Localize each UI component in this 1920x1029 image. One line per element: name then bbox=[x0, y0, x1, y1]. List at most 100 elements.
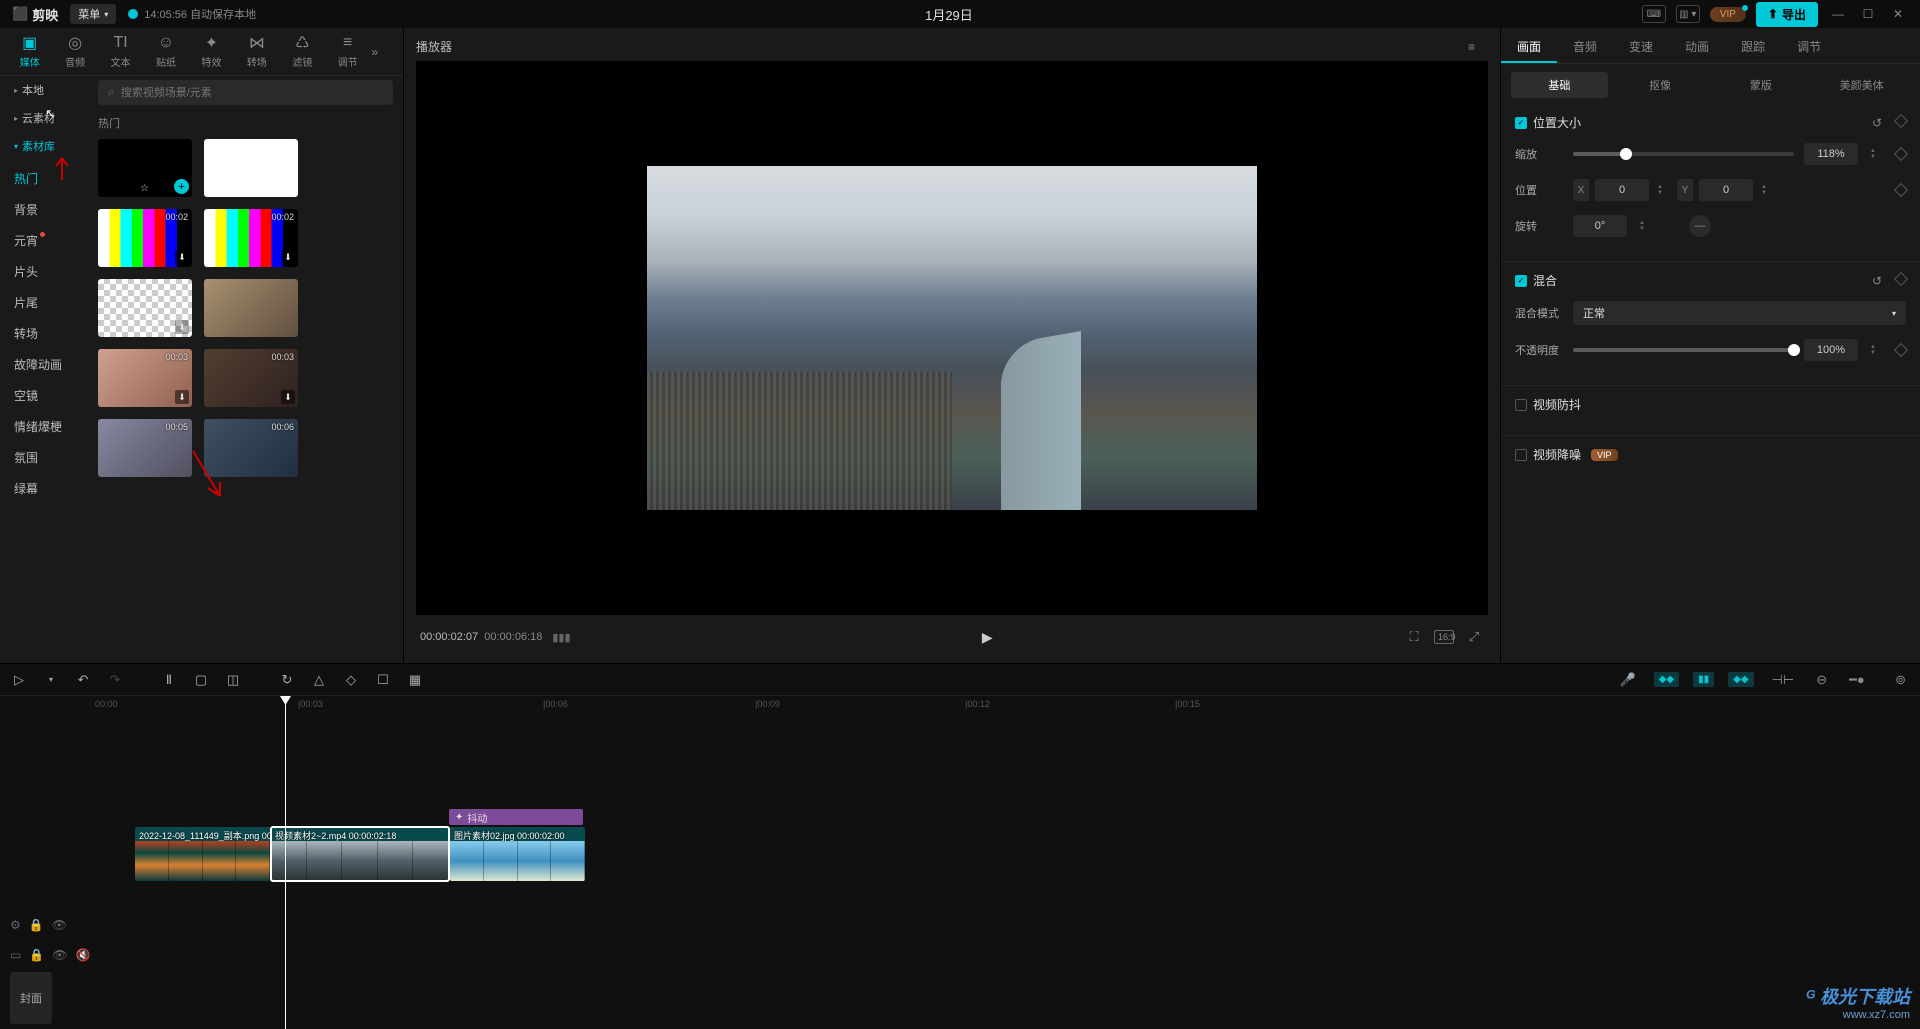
flip-button[interactable]: — bbox=[1689, 215, 1711, 237]
cat-element[interactable]: 元宵 bbox=[14, 232, 74, 249]
tab-media[interactable]: ▣媒体 bbox=[8, 32, 51, 72]
video-icon[interactable]: ▭ bbox=[10, 948, 21, 962]
tab-effect[interactable]: ✦特效 bbox=[190, 32, 233, 72]
side-local[interactable]: ▸本地 bbox=[0, 76, 88, 104]
ptab-animation[interactable]: 动画 bbox=[1669, 28, 1725, 63]
snap2-icon[interactable]: ▮▮ bbox=[1693, 672, 1714, 687]
thumb-bars2[interactable]: 00:02⬇ bbox=[204, 209, 298, 267]
redo-button[interactable]: ↷ bbox=[106, 672, 124, 688]
ptab-track[interactable]: 跟踪 bbox=[1725, 28, 1781, 63]
mirror-tool[interactable]: △ bbox=[310, 672, 328, 688]
thumb-transparent[interactable]: ⬇ bbox=[98, 279, 192, 337]
cat-outro[interactable]: 片尾 bbox=[14, 294, 74, 311]
keyboard-icon[interactable]: ⌨ bbox=[1642, 5, 1666, 23]
tab-transition[interactable]: ⋈转场 bbox=[235, 32, 278, 72]
close-button[interactable]: ✕ bbox=[1888, 7, 1908, 21]
thumb-laugh[interactable]: 00:03⬇ bbox=[204, 349, 298, 407]
pos-x-input[interactable]: 0 bbox=[1595, 179, 1649, 201]
ptab-adjust[interactable]: 调节 bbox=[1781, 28, 1837, 63]
aspect-ratio-icon[interactable]: 16:9 bbox=[1434, 630, 1454, 644]
vip-badge[interactable]: VIP bbox=[1710, 7, 1746, 22]
side-cloud[interactable]: ▸云素材 ↖ bbox=[0, 104, 88, 132]
tab-filter[interactable]: ♺滤镜 bbox=[281, 32, 324, 72]
pointer-tool[interactable]: ▷ bbox=[10, 672, 28, 688]
stepper[interactable]: ▲▼ bbox=[1657, 184, 1667, 196]
subtab-beauty[interactable]: 美颜美体 bbox=[1813, 72, 1910, 98]
thumb-black[interactable]: ☆ + bbox=[98, 139, 192, 197]
blend-mode-select[interactable]: 正常▾ bbox=[1573, 301, 1906, 325]
download-icon[interactable]: ⬇ bbox=[281, 250, 295, 264]
pointer-drop-icon[interactable]: ▾ bbox=[42, 675, 60, 684]
reset-icon[interactable]: ↺ bbox=[1872, 116, 1882, 130]
add-icon[interactable]: + bbox=[174, 179, 189, 194]
cat-mood[interactable]: 情绪爆梗 bbox=[14, 418, 74, 435]
settings-icon[interactable]: ⚙ bbox=[10, 918, 21, 932]
search-input[interactable] bbox=[121, 87, 383, 99]
snap1-icon[interactable]: ◆◆ bbox=[1654, 672, 1679, 687]
cat-glitch[interactable]: 故障动画 bbox=[14, 356, 74, 373]
keyframe-icon[interactable] bbox=[1894, 271, 1908, 285]
search-box[interactable]: ⌕ bbox=[98, 80, 393, 105]
tab-adjust[interactable]: ≡调节 bbox=[326, 32, 369, 72]
thumb-clip[interactable]: 00:06 bbox=[204, 419, 298, 477]
maximize-button[interactable]: ☐ bbox=[1858, 7, 1878, 21]
subtab-cutout[interactable]: 抠像 bbox=[1612, 72, 1709, 98]
cat-hot[interactable]: 热门 bbox=[14, 170, 74, 187]
ai-tool[interactable]: ▦ bbox=[406, 672, 424, 688]
side-library[interactable]: ▾素材库 bbox=[0, 132, 88, 160]
cat-transition[interactable]: 转场 bbox=[14, 325, 74, 342]
align-icon[interactable]: ⊣⊢ bbox=[1768, 670, 1799, 690]
subtab-basic[interactable]: 基础 bbox=[1511, 72, 1608, 98]
timeline-ruler[interactable]: 00:00 |00:03 |00:06 |00:09 |00:12 |00:15 bbox=[95, 696, 1920, 714]
ptab-audio[interactable]: 音频 bbox=[1557, 28, 1613, 63]
menu-button[interactable]: 菜单 ▾ bbox=[70, 4, 116, 24]
minimize-button[interactable]: — bbox=[1828, 7, 1848, 21]
thumb-bars1[interactable]: 00:02⬇ bbox=[98, 209, 192, 267]
rotate-tool[interactable]: ↻ bbox=[278, 672, 296, 688]
download-icon[interactable]: ⬇ bbox=[175, 320, 189, 334]
effect-clip[interactable]: ✦ 抖动 bbox=[449, 809, 583, 825]
ptab-speed[interactable]: 变速 bbox=[1613, 28, 1669, 63]
delete-tool[interactable]: ▢ bbox=[192, 672, 210, 688]
keyframe-icon[interactable] bbox=[1894, 113, 1908, 127]
cat-greenscreen[interactable]: 绿幕 bbox=[14, 480, 74, 497]
clip-1[interactable]: 2022-12-08_111449_副本.png 00:0 bbox=[135, 827, 270, 881]
rotate-input[interactable]: 0° bbox=[1573, 215, 1627, 237]
keyframe-icon[interactable] bbox=[1894, 147, 1908, 161]
snap3-icon[interactable]: ◆◆ bbox=[1728, 672, 1753, 687]
zoom-fit-icon[interactable]: ⛶ bbox=[1404, 629, 1424, 645]
download-icon[interactable]: ⬇ bbox=[281, 390, 295, 404]
zoom-slider[interactable]: ━● bbox=[1845, 670, 1857, 690]
clip-3[interactable]: 图片素材02.jpg 00:00:02:00 bbox=[450, 827, 585, 881]
cat-atmosphere[interactable]: 氛围 bbox=[14, 449, 74, 466]
cat-background[interactable]: 背景 bbox=[14, 201, 74, 218]
lock-icon[interactable]: 🔒 bbox=[29, 918, 44, 932]
zoom-out-icon[interactable]: ⊖ bbox=[1812, 670, 1831, 690]
star-icon[interactable]: ☆ bbox=[140, 183, 149, 194]
opacity-input[interactable]: 100% bbox=[1804, 339, 1858, 361]
mute-icon[interactable]: 🔇 bbox=[76, 948, 91, 962]
preview-menu-icon[interactable]: ≡ bbox=[1468, 40, 1488, 54]
split-tool[interactable]: Ⅱ bbox=[160, 672, 178, 688]
download-icon[interactable]: ⬇ bbox=[175, 250, 189, 264]
tabs-expand-icon[interactable]: » bbox=[371, 45, 395, 59]
track-head-effect[interactable]: ⚙ 🔒 👁 bbox=[0, 911, 95, 939]
subtab-mask[interactable]: 蒙版 bbox=[1713, 72, 1810, 98]
pos-y-input[interactable]: 0 bbox=[1699, 179, 1753, 201]
check-icon[interactable]: ✓ bbox=[1515, 275, 1527, 287]
check-icon[interactable]: ✓ bbox=[1515, 117, 1527, 129]
scale-input[interactable]: 118% bbox=[1804, 143, 1858, 165]
eye-icon[interactable]: 👁 bbox=[52, 918, 67, 932]
cover-button[interactable]: 封面 bbox=[10, 972, 52, 1024]
thumb-group[interactable]: 00:05 bbox=[98, 419, 192, 477]
check-icon[interactable] bbox=[1515, 399, 1527, 411]
ptab-picture[interactable]: 画面 bbox=[1501, 28, 1557, 63]
reset-icon[interactable]: ↺ bbox=[1872, 274, 1882, 288]
crop-tool[interactable]: ◫ bbox=[224, 672, 242, 688]
zoom-in-icon[interactable]: ⊚ bbox=[1891, 670, 1910, 690]
crop2-tool[interactable]: ☐ bbox=[374, 672, 392, 688]
keyframe-icon[interactable] bbox=[1894, 343, 1908, 357]
clip-2[interactable]: 视频素材2~2.mp4 00:00:02:18 bbox=[271, 827, 449, 881]
check-icon[interactable] bbox=[1515, 449, 1527, 461]
tab-text[interactable]: TI文本 bbox=[99, 32, 142, 72]
